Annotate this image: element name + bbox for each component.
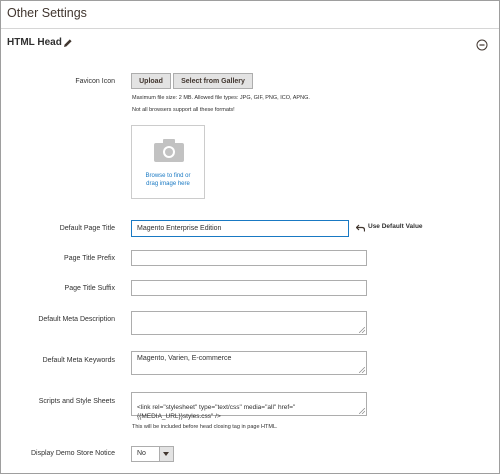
resize-grip-icon[interactable] — [359, 327, 365, 333]
resize-grip-icon[interactable] — [359, 408, 365, 414]
default-meta-keywords-textarea[interactable]: Magento, Varien, E-commerce — [131, 351, 367, 375]
section-title[interactable]: HTML Head — [7, 37, 62, 48]
chevron-down-icon — [163, 452, 169, 456]
select-from-gallery-button[interactable]: Select from Gallery — [173, 73, 253, 89]
select-value: No — [137, 450, 146, 457]
circle-minus-icon[interactable] — [476, 39, 488, 51]
display-demo-store-notice-label: Display Demo Store Notice — [30, 450, 115, 457]
default-meta-description-label: Default Meta Description — [38, 316, 115, 323]
scripts-and-style-sheets-value: <link rel="stylesheet" type="text/css" m… — [137, 404, 296, 420]
camera-icon — [154, 139, 184, 162]
use-default-value-link[interactable]: Use Default Value — [368, 223, 423, 230]
page-title-prefix-input[interactable] — [131, 250, 367, 266]
default-page-title-input[interactable]: Magento Enterprise Edition — [131, 220, 349, 237]
display-demo-store-notice-select[interactable]: No — [131, 446, 174, 462]
default-meta-keywords-value: Magento, Varien, E-commerce — [137, 355, 232, 362]
browse-line-2: drag image here — [146, 181, 190, 187]
scripts-and-style-sheets-textarea[interactable]: <link rel="stylesheet" type="text/css" m… — [131, 392, 367, 420]
dropzone-text[interactable]: Browse to find or drag image here — [132, 172, 204, 188]
pencil-icon[interactable] — [63, 38, 73, 48]
default-page-title-label: Default Page Title — [59, 225, 115, 232]
scripts-note: This will be included before head closin… — [132, 424, 278, 430]
scripts-and-style-sheets-label: Scripts and Style Sheets — [38, 398, 115, 405]
default-meta-description-textarea[interactable] — [131, 311, 367, 335]
page-title: Other Settings — [7, 6, 87, 20]
settings-panel: Other Settings HTML Head Favicon Icon Up… — [0, 0, 500, 474]
favicon-note-support: Not all browsers support all these forma… — [132, 107, 235, 113]
upload-button[interactable]: Upload — [131, 73, 171, 89]
image-dropzone[interactable]: Browse to find or drag image here — [131, 125, 205, 199]
browse-line-1: Browse to find or — [145, 173, 191, 179]
favicon-label: Favicon Icon — [75, 78, 115, 85]
page-title-prefix-label: Page Title Prefix — [64, 255, 115, 262]
settings-header: Other Settings — [1, 1, 499, 29]
page-title-suffix-input[interactable] — [131, 280, 367, 296]
select-toggle[interactable] — [159, 447, 173, 461]
resize-grip-icon[interactable] — [359, 367, 365, 373]
page-title-suffix-label: Page Title Suffix — [64, 285, 115, 292]
favicon-note-size: Maximum file size: 2 MB. Allowed file ty… — [132, 95, 310, 101]
undo-icon[interactable] — [356, 224, 365, 232]
default-meta-keywords-label: Default Meta Keywords — [42, 357, 115, 364]
